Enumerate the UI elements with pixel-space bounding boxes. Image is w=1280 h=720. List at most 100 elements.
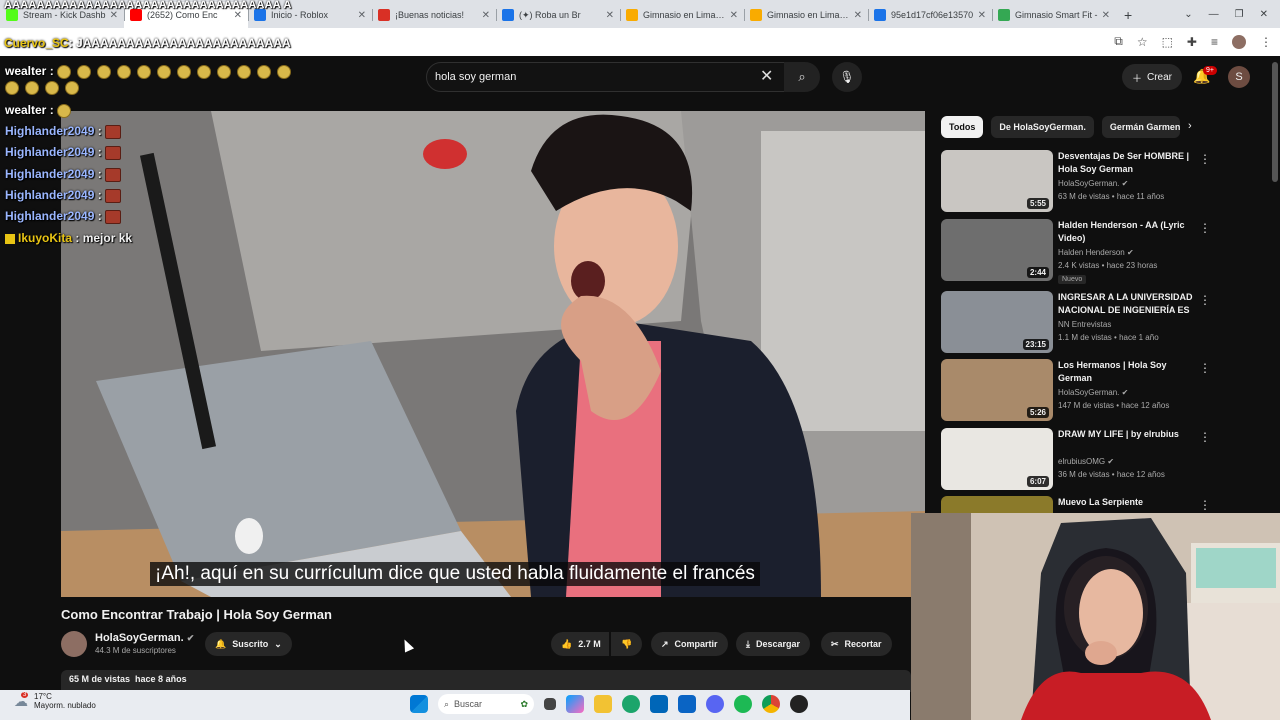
- tab-title: Gimnasio en Lima, Li: [767, 10, 850, 20]
- scissors-icon: ✂: [831, 638, 839, 649]
- browser-tab[interactable]: Gimnasio en Lima, Li ✕: [744, 2, 868, 28]
- recommended-title[interactable]: Los Hermanos | Hola Soy German: [1058, 359, 1198, 385]
- browser-tab[interactable]: Gimnasio en Lima, Lu ✕: [620, 2, 744, 28]
- user-avatar[interactable]: S: [1228, 66, 1250, 88]
- file-explorer-icon[interactable]: [594, 695, 612, 713]
- video-thumbnail[interactable]: 23:15: [941, 291, 1053, 353]
- search-button[interactable]: ⌕: [784, 62, 820, 92]
- minimize-button[interactable]: —: [1209, 9, 1219, 20]
- discord-icon[interactable]: [706, 695, 724, 713]
- chip-german-garmendia[interactable]: Germán Garmen: [1101, 116, 1180, 138]
- close-tab-icon[interactable]: ✕: [854, 10, 862, 21]
- subscribed-button[interactable]: 🔔 Suscrito ⌄: [205, 632, 292, 656]
- close-tab-icon[interactable]: ✕: [730, 10, 738, 21]
- clear-search-icon[interactable]: ✕: [760, 66, 773, 86]
- weather-widget[interactable]: ☁ 17°C Mayorm. nublado 3: [14, 692, 96, 710]
- browser-tab[interactable]: Gimnasio Smart Fit - ✕: [992, 2, 1116, 28]
- close-tab-icon[interactable]: ✕: [110, 10, 118, 21]
- dislike-button[interactable]: 👎: [611, 632, 643, 656]
- obs-icon[interactable]: [790, 695, 808, 713]
- media-icon[interactable]: ≡: [1211, 35, 1218, 49]
- recommended-channel[interactable]: Halden Henderson ✔: [1058, 248, 1134, 257]
- more-options-icon[interactable]: ⋮: [1199, 430, 1211, 444]
- recommended-title[interactable]: Halden Henderson - AA (Lyric Video): [1058, 219, 1198, 245]
- task-view-icon[interactable]: [544, 698, 556, 710]
- recommended-video[interactable]: 6:07 DRAW MY LIFE | by elrubius ⋮ elrubiusO…: [941, 428, 1211, 492]
- clip-label: Recortar: [844, 639, 882, 649]
- tab-search-icon[interactable]: ⌄: [1184, 9, 1192, 20]
- chrome-icon[interactable]: [762, 695, 780, 713]
- share-button[interactable]: ↗ Compartir: [651, 632, 728, 656]
- like-button[interactable]: 👍 2.7 M: [551, 632, 609, 656]
- recommended-channel[interactable]: elrubiusOMG ✔: [1058, 457, 1114, 466]
- video-duration: 2:44: [1026, 267, 1049, 278]
- store-icon[interactable]: [650, 695, 668, 713]
- spotify-icon[interactable]: [734, 695, 752, 713]
- recommended-video[interactable]: 5:26 Los Hermanos | Hola Soy German ⋮ HolaS…: [941, 359, 1211, 423]
- close-tab-icon[interactable]: ✕: [606, 10, 614, 21]
- close-tab-icon[interactable]: ✕: [1102, 10, 1110, 21]
- recommended-video[interactable]: 5:55 Desventajas De Ser HOMBRE | Hola Soy…: [941, 150, 1211, 214]
- more-options-icon[interactable]: ⋮: [1199, 221, 1211, 235]
- search-value: hola soy german: [435, 71, 517, 83]
- edge-icon[interactable]: [622, 695, 640, 713]
- puzzle-icon[interactable]: ✚: [1187, 35, 1197, 49]
- browser-tab[interactable]: 95e1d17cf06e13570 ✕: [868, 2, 992, 28]
- extension-icon[interactable]: ⬚: [1162, 35, 1173, 49]
- close-tab-icon[interactable]: ✕: [482, 10, 490, 21]
- recommended-title[interactable]: INGRESAR A LA UNIVERSIDAD NACIONAL DE IN…: [1058, 291, 1198, 317]
- create-button[interactable]: ＋ Crear: [1122, 64, 1183, 90]
- new-tab-button[interactable]: +: [1124, 8, 1132, 22]
- recommended-channel[interactable]: HolaSoyGerman. ✔: [1058, 388, 1128, 397]
- related-chips: Todos De HolaSoyGerman. Germán Garmen: [941, 116, 1180, 138]
- mouse-cursor: [399, 637, 415, 653]
- video-thumbnail[interactable]: 2:44: [941, 219, 1053, 281]
- video-thumbnail[interactable]: 5:55: [941, 150, 1053, 212]
- chat-emote-icon: [137, 64, 152, 79]
- recommended-title[interactable]: Desventajas De Ser HOMBRE | Hola Soy Ger…: [1058, 150, 1198, 176]
- video-thumbnail[interactable]: 6:07: [941, 428, 1053, 490]
- close-tab-icon[interactable]: ✕: [358, 10, 366, 21]
- video-player[interactable]: [61, 111, 925, 597]
- taskbar-search[interactable]: ⌕ Buscar ✿: [438, 694, 534, 714]
- outlook-icon[interactable]: [678, 695, 696, 713]
- windows-start-icon[interactable]: [410, 695, 428, 713]
- chip-all[interactable]: Todos: [941, 116, 984, 138]
- video-duration: 23:15: [1022, 339, 1049, 350]
- chat-message: wealter :: [5, 64, 297, 79]
- more-options-icon[interactable]: ⋮: [1199, 152, 1211, 166]
- more-options-icon[interactable]: ⋮: [1199, 293, 1211, 307]
- clip-button[interactable]: ✂ Recortar: [821, 632, 892, 656]
- voice-search-button[interactable]: 🎙: [832, 62, 862, 92]
- chip-from-channel[interactable]: De HolaSoyGerman.: [991, 116, 1094, 138]
- recommended-title[interactable]: Muevo La Serpiente: [1058, 496, 1198, 509]
- close-tab-icon[interactable]: ✕: [234, 10, 242, 21]
- chat-username: IkuyoKita: [18, 231, 73, 245]
- page-scrollbar[interactable]: [1272, 62, 1278, 182]
- browser-tab[interactable]: ¡Buenas noticias! ✕: [372, 2, 496, 28]
- video-description-box[interactable]: 65 M de vistas hace 8 años: [61, 670, 911, 692]
- install-app-icon[interactable]: ⧉: [1114, 34, 1123, 49]
- profile-avatar[interactable]: [1232, 34, 1246, 49]
- download-button[interactable]: ⤓ Descargar: [736, 632, 811, 656]
- recommended-video[interactable]: 2:44 Halden Henderson - AA (Lyric Video) ⋮…: [941, 219, 1211, 284]
- more-options-icon[interactable]: ⋮: [1199, 361, 1211, 375]
- channel-name[interactable]: HolaSoyGerman. ✔: [95, 632, 194, 644]
- chevron-right-icon[interactable]: ›: [1188, 120, 1192, 132]
- close-window-button[interactable]: ✕: [1260, 9, 1268, 20]
- recommended-title[interactable]: DRAW MY LIFE | by elrubius: [1058, 428, 1198, 441]
- bookmark-star-icon[interactable]: ☆: [1137, 35, 1148, 49]
- recommended-video[interactable]: 23:15 INGRESAR A LA UNIVERSIDAD NACIONAL …: [941, 291, 1211, 355]
- close-tab-icon[interactable]: ✕: [978, 10, 986, 21]
- kebab-menu-icon[interactable]: ⋮: [1260, 35, 1272, 49]
- recommended-channel[interactable]: HolaSoyGerman. ✔: [1058, 179, 1128, 188]
- channel-avatar[interactable]: [61, 631, 87, 657]
- copilot-icon[interactable]: [566, 695, 584, 713]
- search-input[interactable]: hola soy german: [426, 62, 786, 92]
- maximize-button[interactable]: ❐: [1235, 9, 1244, 20]
- browser-tab[interactable]: (✦) Roba un Br ✕: [496, 2, 620, 28]
- video-thumbnail[interactable]: 5:26: [941, 359, 1053, 421]
- recommended-channel[interactable]: NN Entrevistas: [1058, 320, 1111, 329]
- more-options-icon[interactable]: ⋮: [1199, 498, 1211, 512]
- toolbar-icons: ⧉ ☆ ⬚ ✚ ≡ ⋮: [1114, 34, 1272, 49]
